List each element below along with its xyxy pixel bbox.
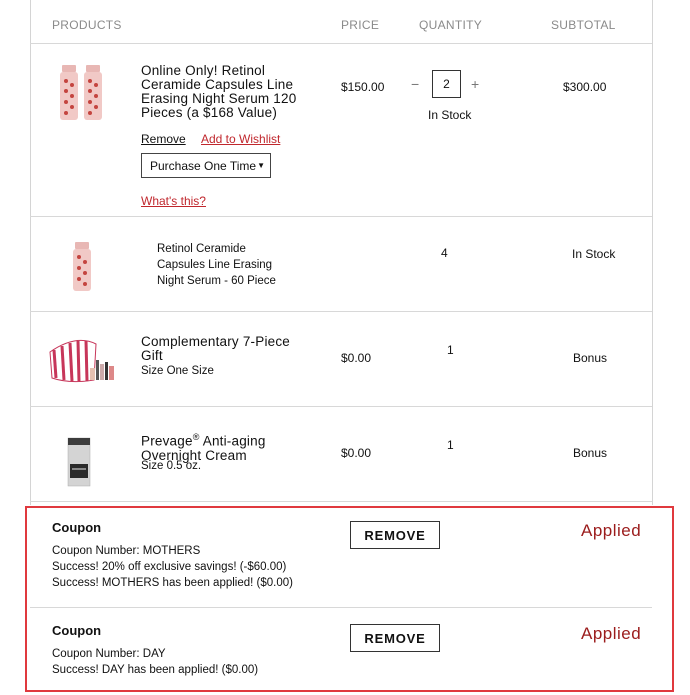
coupon-title: Coupon [52, 623, 102, 638]
stock-status: In Stock [428, 108, 472, 122]
item-quantity: 4 [441, 246, 448, 260]
purchase-option-value: Purchase One Time [150, 158, 257, 173]
left-border [30, 0, 31, 505]
item-quantity: 1 [447, 343, 454, 357]
row-divider [30, 406, 652, 407]
item-subtotal: $300.00 [563, 80, 607, 94]
item-subtotal: Bonus [573, 351, 608, 365]
header-subtotal: SUBTOTAL [551, 18, 616, 32]
row-divider [30, 311, 652, 312]
coupon-number: Coupon Number: DAY [52, 648, 166, 660]
coupon-message: Success! 20% off exclusive savings! (-$6… [52, 561, 287, 573]
product-image-retinol-60[interactable] [70, 241, 94, 293]
product-name[interactable]: Prevage® Anti-aging Overnight Cream [141, 426, 321, 463]
quantity-input[interactable]: 2 [432, 70, 461, 98]
row-divider [30, 501, 652, 502]
header-quantity: QUANTITY [419, 18, 483, 32]
coupon-number: Coupon Number: MOTHERS [52, 545, 201, 557]
product-size: Size One Size [141, 365, 214, 377]
product-image-prevage-cream[interactable] [64, 434, 94, 490]
coupon-title: Coupon [52, 520, 102, 535]
product-image-gift-set[interactable] [46, 330, 116, 385]
coupon-status: Applied [581, 624, 642, 643]
whats-this-link[interactable]: What's this? [141, 194, 206, 208]
coupon-message: Success! DAY has been applied! ($0.00) [52, 664, 259, 676]
coupon-divider [30, 607, 652, 608]
item-price: $150.00 [341, 80, 385, 94]
purchase-option-select[interactable]: Purchase One Time ▼ [141, 153, 271, 178]
quantity-decrease-button[interactable]: − [411, 76, 419, 92]
add-to-wishlist-link[interactable]: Add to Wishlist [201, 132, 280, 146]
product-image-retinol-120[interactable] [56, 63, 106, 123]
item-price: $0.00 [341, 446, 372, 460]
remove-coupon-button[interactable]: REMOVE [350, 521, 440, 549]
coupon-status: Applied [581, 521, 642, 540]
header-products: PRODUCTS [52, 18, 122, 32]
dropdown-caret-icon: ▼ [257, 161, 265, 170]
product-name[interactable]: Retinol Ceramide Capsules Line Erasing N… [157, 241, 276, 289]
header-price: PRICE [341, 18, 380, 32]
remove-item-link[interactable]: Remove [141, 132, 186, 146]
item-quantity: 1 [447, 438, 454, 452]
right-border [652, 0, 653, 505]
row-divider [30, 216, 652, 217]
product-name[interactable]: Complementary 7-Piece Gift [141, 335, 321, 363]
item-price: $0.00 [341, 351, 372, 365]
product-name[interactable]: Online Only! Retinol Ceramide Capsules L… [141, 64, 326, 120]
remove-coupon-button[interactable]: REMOVE [350, 624, 440, 652]
product-size: Size 0.5 oz. [141, 460, 202, 472]
header-divider [30, 43, 652, 44]
quantity-increase-button[interactable]: + [471, 76, 479, 92]
item-subtotal: Bonus [573, 446, 608, 460]
stock-status: In Stock [572, 247, 616, 261]
coupon-message: Success! MOTHERS has been applied! ($0.0… [52, 577, 293, 589]
